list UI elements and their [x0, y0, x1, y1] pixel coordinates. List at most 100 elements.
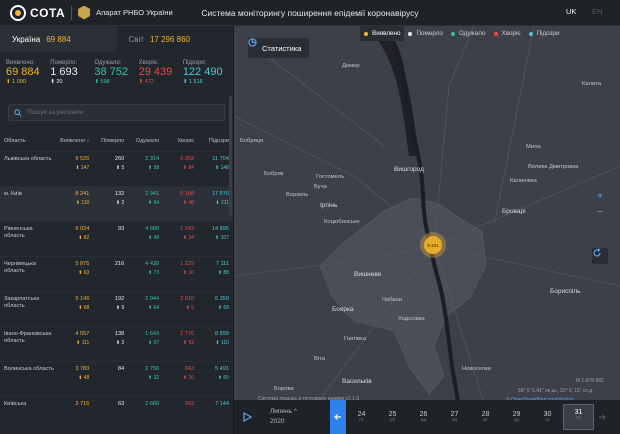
table-row[interactable]: Чернівецька область 5 875 ⬆ 63 216 4 430 ⬆ 73… [0, 256, 233, 291]
cell-recovered-value: 1 643 [145, 331, 160, 337]
header-deaths[interactable]: Померло [89, 138, 124, 145]
legend-item[interactable]: Хворіє [490, 26, 525, 41]
legend-item[interactable]: Одужало [447, 26, 490, 41]
cluster-marker-kyiv[interactable]: 8 241 [420, 232, 446, 258]
map-canvas [234, 26, 620, 434]
tab-world[interactable]: Світ 17 296 860 [117, 26, 234, 52]
timeline-day[interactable]: 31 пт [563, 404, 594, 430]
legend-item[interactable]: Підозри [525, 26, 564, 41]
lang-uk-button[interactable]: UK [566, 7, 576, 16]
cell-deaths: 84 [89, 366, 124, 396]
day-number: 29 [512, 411, 521, 418]
day-number: 31 [574, 409, 583, 416]
day-weekday: пн [451, 418, 458, 423]
reset-view-button[interactable] [592, 248, 608, 264]
legend-item[interactable]: Виявлено [360, 26, 405, 41]
timeline-day[interactable]: 27 пн [439, 411, 470, 423]
cell-recovered: 2 756 ⬆ 32 [124, 366, 159, 396]
total-suspected-delta: 1 518 [188, 79, 203, 85]
timeline-day[interactable]: 24 пт [346, 411, 377, 423]
cell-recovered-value: 2 314 [145, 156, 160, 162]
table-row[interactable]: Рівненська область 6 024 ⬆ 82 93 4 688 ⬆ 48 1 … [0, 221, 233, 256]
timeline-prev-button[interactable] [330, 400, 346, 434]
day-weekday: чт [545, 418, 550, 423]
play-icon [242, 412, 252, 422]
header-recovered[interactable]: Одужало [124, 138, 159, 145]
region-name: Чернівецька область [4, 261, 37, 274]
cell-suspected: 7 111 ⬆ 88 [194, 261, 229, 291]
cell-deaths: 93 [89, 226, 124, 256]
header-suspected[interactable]: Підозри [194, 138, 229, 145]
timeline-day[interactable]: 30 чт [532, 411, 563, 423]
search-input[interactable] [27, 109, 207, 116]
table-row[interactable]: Київська 3 716 63 2 660 993 7 144 [0, 396, 233, 431]
cell-suspected: 5 491 ⬆ 65 [194, 366, 229, 396]
table-row[interactable]: Івано-Франківська область 4 557 ⬆ 111 138 ⬆ … [0, 326, 233, 361]
header-confirmed[interactable]: Виявлено ↓ [54, 138, 89, 145]
place-label: Велика Дмитровка [528, 164, 579, 170]
map[interactable]: Виявлено Померло Одужало Хворіє Підозри Стат… [234, 26, 620, 434]
stats-panel: Україна 69 884 Світ 17 296 860 Виявлено:… [0, 26, 234, 434]
day-number: 28 [481, 411, 490, 418]
zoom-in-button[interactable]: + [594, 190, 606, 202]
header-region[interactable]: Область [4, 138, 54, 145]
legend-item[interactable]: Померло [404, 26, 446, 41]
timeline-day[interactable]: 26 нд [408, 411, 439, 423]
play-button[interactable] [234, 412, 260, 422]
table-scrollbar[interactable] [229, 96, 232, 216]
cell-deaths-value: 132 [114, 191, 125, 197]
cell-confirmed: 5 146 ⬆ 68 [54, 296, 89, 326]
cell-confirmed: 9 526 ⬆ 147 [54, 156, 89, 186]
timeline-day[interactable]: 25 сб [377, 411, 408, 423]
place-label: Чабани [382, 297, 402, 303]
region-search[interactable] [8, 104, 225, 121]
day-weekday: ср [513, 418, 520, 423]
timeline-day[interactable]: 28 вт [470, 411, 501, 423]
total-suspected-value: 122 490 [182, 66, 223, 78]
day-weekday: пт [576, 416, 581, 421]
timeline-next-button[interactable] [594, 413, 610, 421]
lang-en-button[interactable]: EN [592, 7, 602, 16]
table-row[interactable]: Львівська область 9 526 ⬆ 147 260 ⬆ 52 314 ⬆ … [0, 151, 233, 186]
cell-recovered: 4 688 ⬆ 48 [124, 226, 159, 256]
cell-recovered-value: 2 660 [145, 401, 160, 407]
header-sick[interactable]: Хворіє [159, 138, 194, 145]
legend-label: Одужало [458, 30, 486, 37]
cell-confirmed-value: 4 557 [75, 331, 90, 337]
place-label: Новоселки [462, 366, 491, 372]
cell-recovered: 1 643 ⬆ 57 [124, 331, 159, 361]
refresh-icon [593, 248, 601, 257]
table-header: Область Виявлено ↓ Померло Одужало Хворі… [0, 131, 233, 151]
place-label: Вишневе [354, 271, 382, 278]
cell-recovered-value: 2 044 [145, 296, 160, 302]
table-row[interactable]: м. Київ 8 241 ⬆ 110 132 ⬆ 22 941 ⬆ 64 5 168 ⬆ 4… [0, 186, 233, 221]
cell-recovered-value: 4 430 [145, 261, 160, 267]
month-selector[interactable]: Липень ^ 2020 [260, 407, 330, 427]
table-row[interactable]: Закарпатська область 5 146 ⬆ 68 192 ⬆ 92 044… [0, 291, 233, 326]
cell-recovered-value: 2 756 [145, 366, 160, 372]
zoom-out-button[interactable]: − [594, 206, 606, 218]
statistics-button[interactable]: Статистика [248, 38, 310, 58]
cell-confirmed-value: 5 146 [75, 296, 90, 302]
cell-deaths-value: 260 [114, 156, 125, 162]
chevron-up-icon: ^ [293, 408, 297, 415]
total-recovered: Одужало: 38 752 ⬆ 598 [94, 60, 138, 92]
cell-deaths-value: 138 [114, 331, 125, 337]
cell-suspected-value: 11 704 [212, 156, 229, 162]
total-recovered-value: 38 752 [94, 66, 129, 78]
table-row[interactable]: Волинська область 3 783 ⬆ 48 84 2 756 ⬆ 32 943… [0, 361, 233, 396]
cell-confirmed-value: 3 716 [75, 401, 90, 407]
total-deaths: Померло: 1 693 ⬆ 20 [50, 60, 94, 92]
total-confirmed: Виявлено: 69 884 ⬆ 1 090 [6, 60, 50, 92]
arrow-right-icon [599, 414, 606, 420]
place-label: Мила [526, 144, 541, 150]
tab-ukraine[interactable]: Україна 69 884 [0, 26, 117, 52]
timeline: Липень ^ 2020 24 пт 25 сб 26 нд 27 пн 28 вт 29 ср 30… [234, 400, 620, 434]
cell-sick-value: 1 229 [180, 261, 195, 267]
region-name: Рівненська область [4, 226, 33, 239]
logo[interactable]: COTA [10, 4, 65, 21]
timeline-day[interactable]: 29 ср [501, 411, 532, 423]
day-number: 26 [419, 411, 428, 418]
cell-confirmed: 6 024 ⬆ 82 [54, 226, 89, 256]
cell-deaths-value: 192 [114, 296, 125, 302]
